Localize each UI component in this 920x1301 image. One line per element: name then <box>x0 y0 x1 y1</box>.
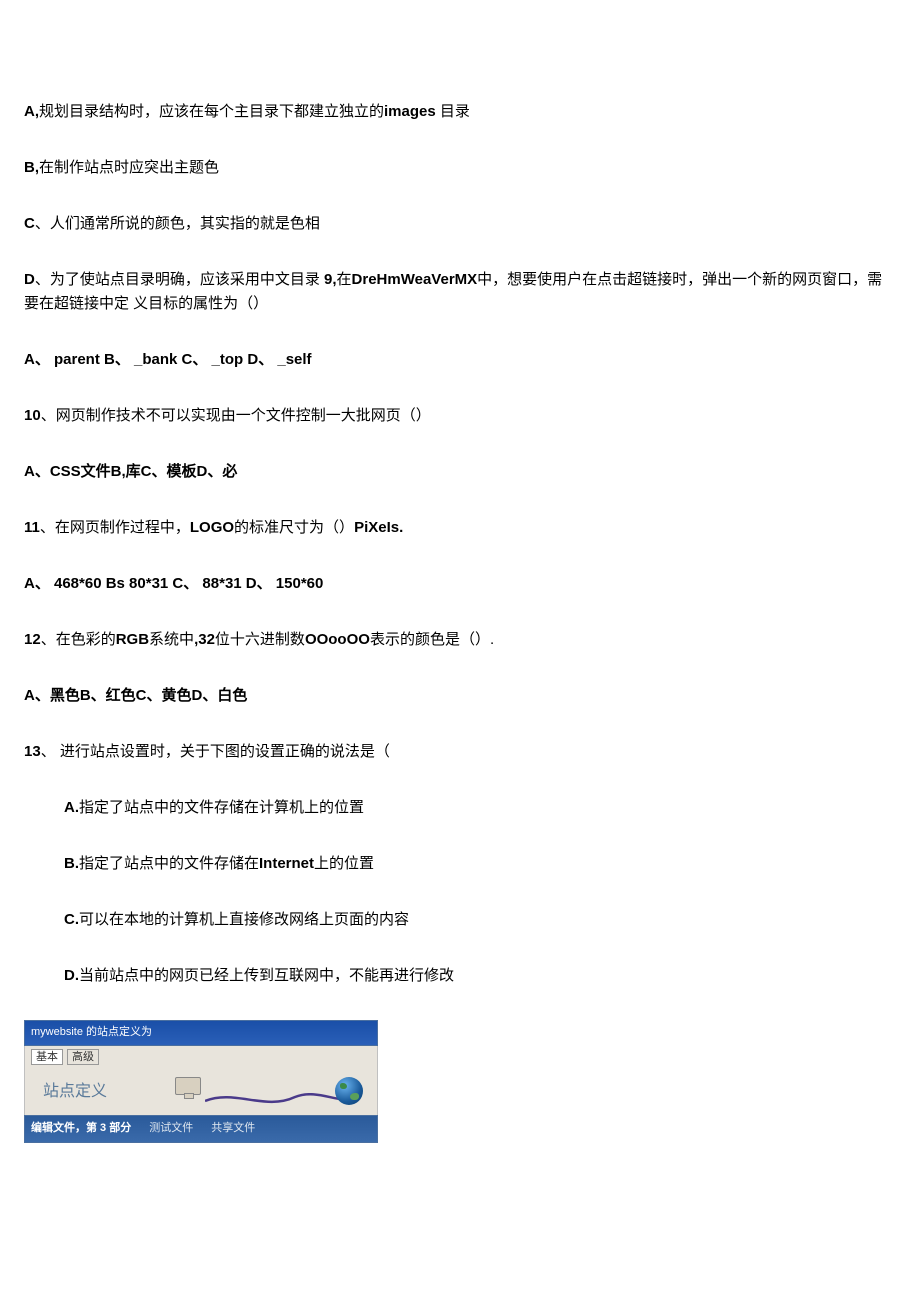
keyword: OOooOO <box>305 631 370 648</box>
option-b: B,在制作站点时应突出主题色 <box>24 156 896 180</box>
option-d-q9: D、为了使站点目录明确，应该采用中文目录 9,在DreHmWeaVerMX中，想… <box>24 268 896 316</box>
keyword: ,32 <box>194 631 215 648</box>
option-prefix: D <box>24 271 35 288</box>
tab-advanced: 高级 <box>67 1049 99 1065</box>
question-10: 10、网页制作技术不可以实现由一个文件控制一大批网页（） <box>24 404 896 428</box>
option-a: A,规划目录结构时，应该在每个主目录下都建立独立的images 目录 <box>24 100 896 124</box>
question-number: 12 <box>24 631 41 648</box>
connection-wire-icon <box>205 1089 345 1101</box>
dialog-titlebar: mywebsite 的站点定义为 <box>24 1020 378 1046</box>
dialog-footer: 编辑文件，第 3 部分 测试文件 共享文件 <box>24 1115 378 1143</box>
option-prefix: C <box>24 215 35 232</box>
dialog-title: mywebsite 的站点定义为 <box>31 1026 152 1038</box>
q13-option-c: C.可以在本地的计算机上直接修改网络上页面的内容 <box>24 908 896 932</box>
option-text: 、人们通常所说的颜色，其实指的就是色相 <box>35 215 320 232</box>
question-text: 的标准尺寸为（） <box>234 519 354 536</box>
sub-option-text: 当前站点中的网页已经上传到互联网中，不能再进行修改 <box>79 967 454 984</box>
sub-option-text: 上的位置 <box>314 855 374 872</box>
q9-options: A、 parent B、 _bank C、 _top D、 _self <box>24 348 896 372</box>
question-number-9: 9, <box>324 271 337 288</box>
keyword: RGB <box>116 631 149 648</box>
question-text: 、 进行站点设置时，关于下图的设置正确的说法是（ <box>41 743 390 760</box>
sub-option-prefix: D. <box>64 967 79 984</box>
question-text: 、在网页制作过程中， <box>40 519 190 536</box>
q10-options: A、CSS文件B,库C、模板D、必 <box>24 460 896 484</box>
question-number: 10 <box>24 407 41 424</box>
question-12: 12、在色彩的RGB系统中,32位十六进制数OOooOO表示的颜色是（）. <box>24 628 896 652</box>
question-text: 位十六进制数 <box>215 631 305 648</box>
q13-option-b: B.指定了站点中的文件存储在Internet上的位置 <box>24 852 896 876</box>
footer-step: 编辑文件，第 3 部分 <box>31 1120 131 1138</box>
dreamweaver-dialog-screenshot: mywebsite 的站点定义为 基本高级 站点定义 编辑文件，第 3 部分 测… <box>24 1020 378 1143</box>
q13-option-d: D.当前站点中的网页已经上传到互联网中，不能再进行修改 <box>24 964 896 988</box>
option-text-tail: 目录 <box>440 103 470 120</box>
option-text: 在制作站点时应突出主题色 <box>39 159 219 176</box>
question-number: 11 <box>24 519 40 536</box>
options-text: A、CSS文件B,库C、模板D、必 <box>24 463 237 480</box>
question-text: 在 <box>337 271 352 288</box>
footer-test: 测试文件 <box>149 1120 193 1138</box>
keyword: PiXeIs. <box>354 519 403 536</box>
option-prefix: B, <box>24 159 39 176</box>
sub-option-prefix: B. <box>64 855 79 872</box>
question-text: 、在色彩的 <box>41 631 116 648</box>
option-c: C、人们通常所说的颜色，其实指的就是色相 <box>24 212 896 236</box>
keyword: Internet <box>259 855 314 872</box>
question-text: 系统中 <box>149 631 194 648</box>
computer-icon <box>175 1077 207 1105</box>
keyword: LOGO <box>190 519 234 536</box>
sub-option-text: 指定了站点中的文件存储在 <box>79 855 259 872</box>
option-text: 、为了使站点目录明确，应该采用中文目录 <box>35 271 324 288</box>
question-text: 表示的颜色是（）. <box>370 631 494 648</box>
option-prefix: A, <box>24 103 39 120</box>
footer-share: 共享文件 <box>211 1120 255 1138</box>
options-text: A、 parent B、 _bank C、 _top D、 _self <box>24 351 312 368</box>
options-text: A、黑色B、红色C、黄色D、白色 <box>24 687 247 704</box>
options-text: A、 468*60 Bs 80*31 C、 88*31 D、 150*60 <box>24 575 323 592</box>
dialog-body: 站点定义 <box>24 1069 378 1115</box>
keyword: DreHmWeaVerMX <box>352 271 478 288</box>
option-text: 规划目录结构时，应该在每个主目录下都建立独立的 <box>39 103 384 120</box>
question-13: 13、 进行站点设置时，关于下图的设置正确的说法是（ <box>24 740 896 764</box>
question-11: 11、在网页制作过程中，LOGO的标准尺寸为（）PiXeIs. <box>24 516 896 540</box>
sub-option-text: 指定了站点中的文件存储在计算机上的位置 <box>79 799 364 816</box>
q12-options: A、黑色B、红色C、黄色D、白色 <box>24 684 896 708</box>
globe-icon <box>335 1077 363 1105</box>
sub-option-prefix: C. <box>64 911 79 928</box>
q11-options: A、 468*60 Bs 80*31 C、 88*31 D、 150*60 <box>24 572 896 596</box>
sub-option-text: 可以在本地的计算机上直接修改网络上页面的内容 <box>79 911 409 928</box>
sub-option-prefix: A. <box>64 799 79 816</box>
q13-option-a: A.指定了站点中的文件存储在计算机上的位置 <box>24 796 896 820</box>
option-keyword: images <box>384 103 440 120</box>
question-number: 13 <box>24 743 41 760</box>
site-definition-label: 站点定义 <box>25 1079 107 1105</box>
dialog-tabs: 基本高级 <box>24 1046 378 1070</box>
question-text: 、网页制作技术不可以实现由一个文件控制一大批网页（） <box>41 407 431 424</box>
tab-basic: 基本 <box>31 1049 63 1065</box>
